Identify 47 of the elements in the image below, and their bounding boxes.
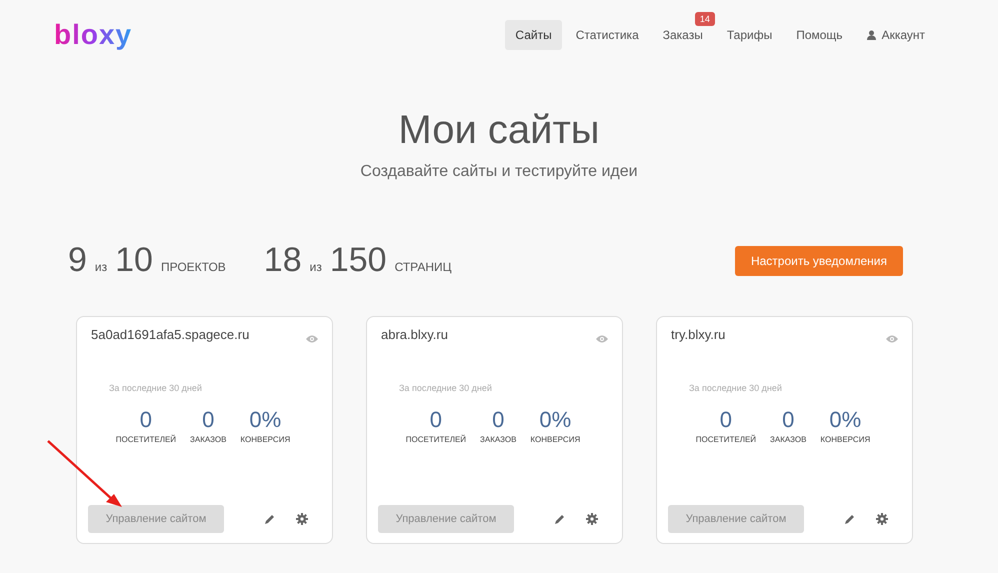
count-badge: 14 — [694, 12, 715, 26]
nav-link[interactable]: Тарифы — [716, 20, 782, 50]
metric-label: ЗАКАЗОВ — [480, 435, 516, 444]
metric-label: КОНВЕРСИЯ — [530, 435, 580, 444]
period-label: За последние 30 дней — [689, 383, 783, 393]
metric-value: 0 — [492, 407, 504, 433]
settings-icon[interactable] — [296, 513, 308, 525]
settings-icon[interactable] — [586, 513, 598, 525]
page-subtitle: Создавайте сайты и тестируйте идеи — [360, 163, 638, 181]
period-label: За последние 30 дней — [399, 383, 493, 393]
metric-label: КОНВЕРСИЯ — [240, 435, 290, 444]
nav-link[interactable]: Помощь — [786, 20, 853, 50]
period-label: За последние 30 дней — [109, 383, 203, 393]
unit-label: ПРОЕКТОВ — [160, 260, 226, 274]
unit-label: СТРАНИЦ — [394, 260, 452, 274]
metric-label: КОНВЕРСИЯ — [820, 435, 870, 444]
metric-value: 0% — [829, 407, 862, 433]
metric-value: 0% — [249, 407, 282, 433]
used-count: 9 — [68, 241, 87, 280]
of-label: из — [94, 260, 108, 274]
metric-value: 0 — [430, 407, 442, 433]
site-domain[interactable]: 5a0ad1691afa5.spagece.ru — [91, 327, 250, 342]
pencil-icon[interactable] — [554, 513, 566, 525]
nav-link[interactable]: Аккаунт — [856, 20, 935, 50]
limit-count: 150 — [330, 241, 387, 280]
metric-label: ПОСЕТИТЕЛЕЙ — [696, 435, 756, 444]
site-domain[interactable]: try.blxy.ru — [671, 327, 726, 342]
metric-value: 0 — [782, 407, 794, 433]
metric-label: ПОСЕТИТЕЛЕЙ — [116, 435, 176, 444]
limit-count: 10 — [115, 241, 153, 280]
metric-label: ЗАКАЗОВ — [190, 435, 226, 444]
nav-link[interactable]: Сайты — [505, 20, 562, 50]
page-title: Мои сайты — [398, 108, 600, 153]
nav-link[interactable]: Статистика — [566, 20, 649, 50]
metric-value: 0 — [720, 407, 732, 433]
user-icon — [866, 30, 876, 40]
metric-label: ЗАКАЗОВ — [770, 435, 806, 444]
metric-value: 0% — [539, 407, 572, 433]
of-label: из — [310, 260, 322, 274]
metric-value: 0 — [202, 407, 214, 433]
used-count: 18 — [264, 241, 302, 280]
settings-icon[interactable] — [876, 513, 888, 525]
pencil-icon[interactable] — [844, 513, 856, 525]
metric-value: 0 — [140, 407, 152, 433]
pencil-icon[interactable] — [264, 513, 276, 525]
site-domain[interactable]: abra.blxy.ru — [381, 327, 448, 342]
metric-label: ПОСЕТИТЕЛЕЙ — [406, 435, 466, 444]
